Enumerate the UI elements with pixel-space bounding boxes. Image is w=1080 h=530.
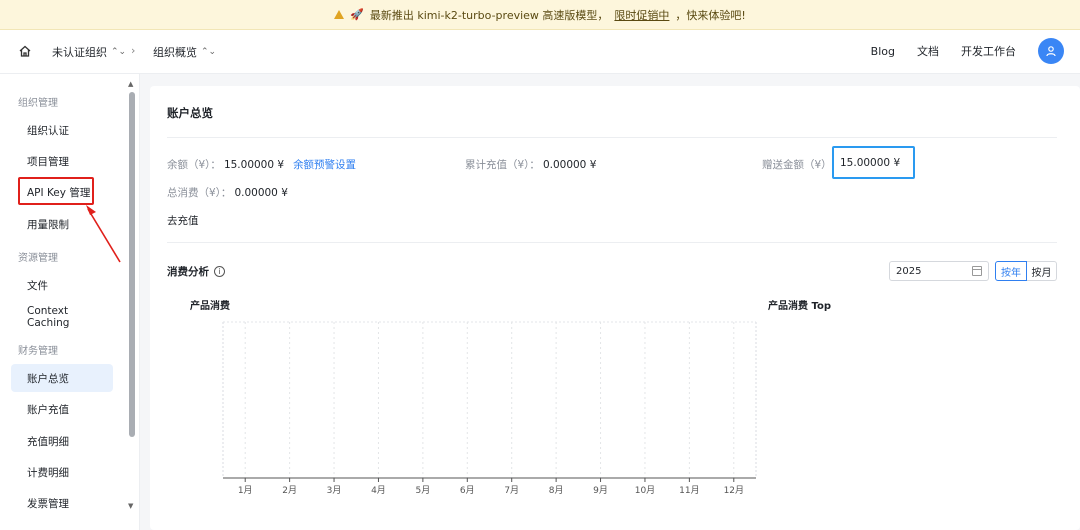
sidebar-item-recharge-details[interactable]: 充值明细 xyxy=(11,427,113,455)
year-picker[interactable]: 2025 xyxy=(889,261,989,281)
page-selector[interactable]: 组织概览 ⌃⌄ xyxy=(153,44,216,60)
org-name: 未认证组织 xyxy=(52,46,107,59)
info-icon[interactable]: i xyxy=(214,266,225,277)
toggle-by-month[interactable]: 按月 xyxy=(1027,261,1057,281)
total-recharge-label: 累计充值（¥）： xyxy=(465,159,540,171)
user-icon xyxy=(1046,46,1056,57)
chart-x-tick-label: 8月 xyxy=(549,485,564,496)
nav-docs[interactable]: 文档 xyxy=(917,43,939,59)
avatar[interactable] xyxy=(1038,38,1064,64)
scroll-up-icon[interactable]: ▲ xyxy=(128,80,133,88)
sidebar-section-resources: 资源管理 xyxy=(18,253,58,264)
sidebar-section-finance: 财务管理 xyxy=(18,346,58,357)
chart-x-tick-label: 10月 xyxy=(635,485,655,496)
spend-analysis-title: 消费分析 i xyxy=(167,264,225,279)
sidebar-item-billing-details[interactable]: 计费明细 xyxy=(11,458,113,486)
calendar-icon xyxy=(972,266,982,276)
total-recharge-value: 0.00000 ¥ xyxy=(542,158,597,171)
updown-icon: ⌃⌄ xyxy=(201,47,217,57)
balance-label: 余额（¥）： xyxy=(167,159,221,171)
updown-icon: ⌃⌄ xyxy=(111,47,127,57)
spend-analysis-label: 消费分析 xyxy=(167,266,209,278)
gift-label: 赠送金额（¥） xyxy=(762,159,832,171)
home-icon[interactable] xyxy=(18,44,32,58)
gift-field: 赠送金额（¥） xyxy=(762,157,832,172)
banner-promo-link[interactable]: 限时促销中 xyxy=(614,7,669,23)
chart-x-tick-label: 1月 xyxy=(238,485,253,496)
sidebar-section-org: 组织管理 xyxy=(18,98,58,109)
sidebar-item-account-overview[interactable]: 账户总览 xyxy=(11,364,113,392)
sidebar-item-recharge[interactable]: 账户充值 xyxy=(11,395,113,423)
recharge-link[interactable]: 去充值 xyxy=(167,213,199,228)
breadcrumb-chevron-icon: › xyxy=(131,44,136,57)
chart-x-tick-label: 4月 xyxy=(371,485,386,496)
chart-x-tick-label: 5月 xyxy=(416,485,431,496)
chart-x-tick-label: 6月 xyxy=(460,485,475,496)
sidebar-item-files[interactable]: 文件 xyxy=(11,271,113,299)
sidebar-scrollbar[interactable] xyxy=(129,92,135,437)
sidebar-item-context-caching[interactable]: Context Caching xyxy=(11,303,113,331)
divider xyxy=(167,137,1057,138)
sidebar-item-invoices[interactable]: 发票管理 xyxy=(11,489,113,517)
page-name: 组织概览 xyxy=(153,46,197,59)
nav-console[interactable]: 开发工作台 xyxy=(961,43,1016,59)
sidebar-item-projects[interactable]: 项目管理 xyxy=(11,147,113,175)
balance-value: 15.00000 ¥ xyxy=(223,158,285,171)
chart-x-tick-label: 12月 xyxy=(724,485,744,496)
toggle-by-year[interactable]: 按年 xyxy=(995,261,1027,281)
year-value: 2025 xyxy=(896,265,922,277)
banner-text: 最新推出 kimi-k2-turbo-preview 高速版模型， xyxy=(369,8,609,22)
org-selector[interactable]: 未认证组织 ⌃⌄ xyxy=(52,44,126,60)
total-spend-label: 总消费（¥）： xyxy=(167,187,232,199)
top-header: 未认证组织 ⌃⌄ › 组织概览 ⌃⌄ Blog 文档 开发工作台 xyxy=(0,30,1080,74)
gift-value-wrap: 15.00000 ¥ xyxy=(840,157,900,169)
total-spend-field: 总消费（¥）： 0.00000 ¥ xyxy=(167,185,288,200)
product-spend-chart: 1月 2月 3月 4月 5月 6月 7月 8月 9月 10月 11月 12月 xyxy=(222,321,757,496)
divider xyxy=(167,242,1057,243)
chart-x-tick-label: 11月 xyxy=(679,485,699,496)
annotation-arrow-icon xyxy=(86,205,121,263)
sidebar-item-org-verify[interactable]: 组织认证 xyxy=(11,116,113,144)
total-recharge-field: 累计充值（¥）： 0.00000 ¥ xyxy=(465,157,596,172)
gift-value: 15.00000 ¥ xyxy=(840,157,901,169)
chart-x-tick-label: 2月 xyxy=(282,485,297,496)
account-overview-card: 账户总览 余额（¥）： 15.00000 ¥ 余额预警设置 累计充值（¥）： 0… xyxy=(150,86,1080,530)
nav-blog[interactable]: Blog xyxy=(871,45,895,58)
rocket-icon: 🚀 xyxy=(350,8,364,21)
promo-banner: 🚀 最新推出 kimi-k2-turbo-preview 高速版模型， 限时促销… xyxy=(0,0,1080,30)
page-title: 账户总览 xyxy=(167,106,213,120)
scroll-down-icon[interactable]: ▼ xyxy=(128,502,133,510)
chart-x-tick-label: 3月 xyxy=(327,485,342,496)
balance-field: 余额（¥）： 15.00000 ¥ 余额预警设置 xyxy=(167,157,356,172)
product-top-title: 产品消费 Top xyxy=(768,301,832,312)
balance-alert-link[interactable]: 余额预警设置 xyxy=(293,157,356,172)
chart-x-tick-label: 9月 xyxy=(593,485,608,496)
banner-text-end: ，快来体验吧! xyxy=(675,8,746,22)
warning-icon xyxy=(334,10,345,19)
chart-x-tick-label: 7月 xyxy=(504,485,519,496)
total-spend-value: 0.00000 ¥ xyxy=(234,186,288,199)
